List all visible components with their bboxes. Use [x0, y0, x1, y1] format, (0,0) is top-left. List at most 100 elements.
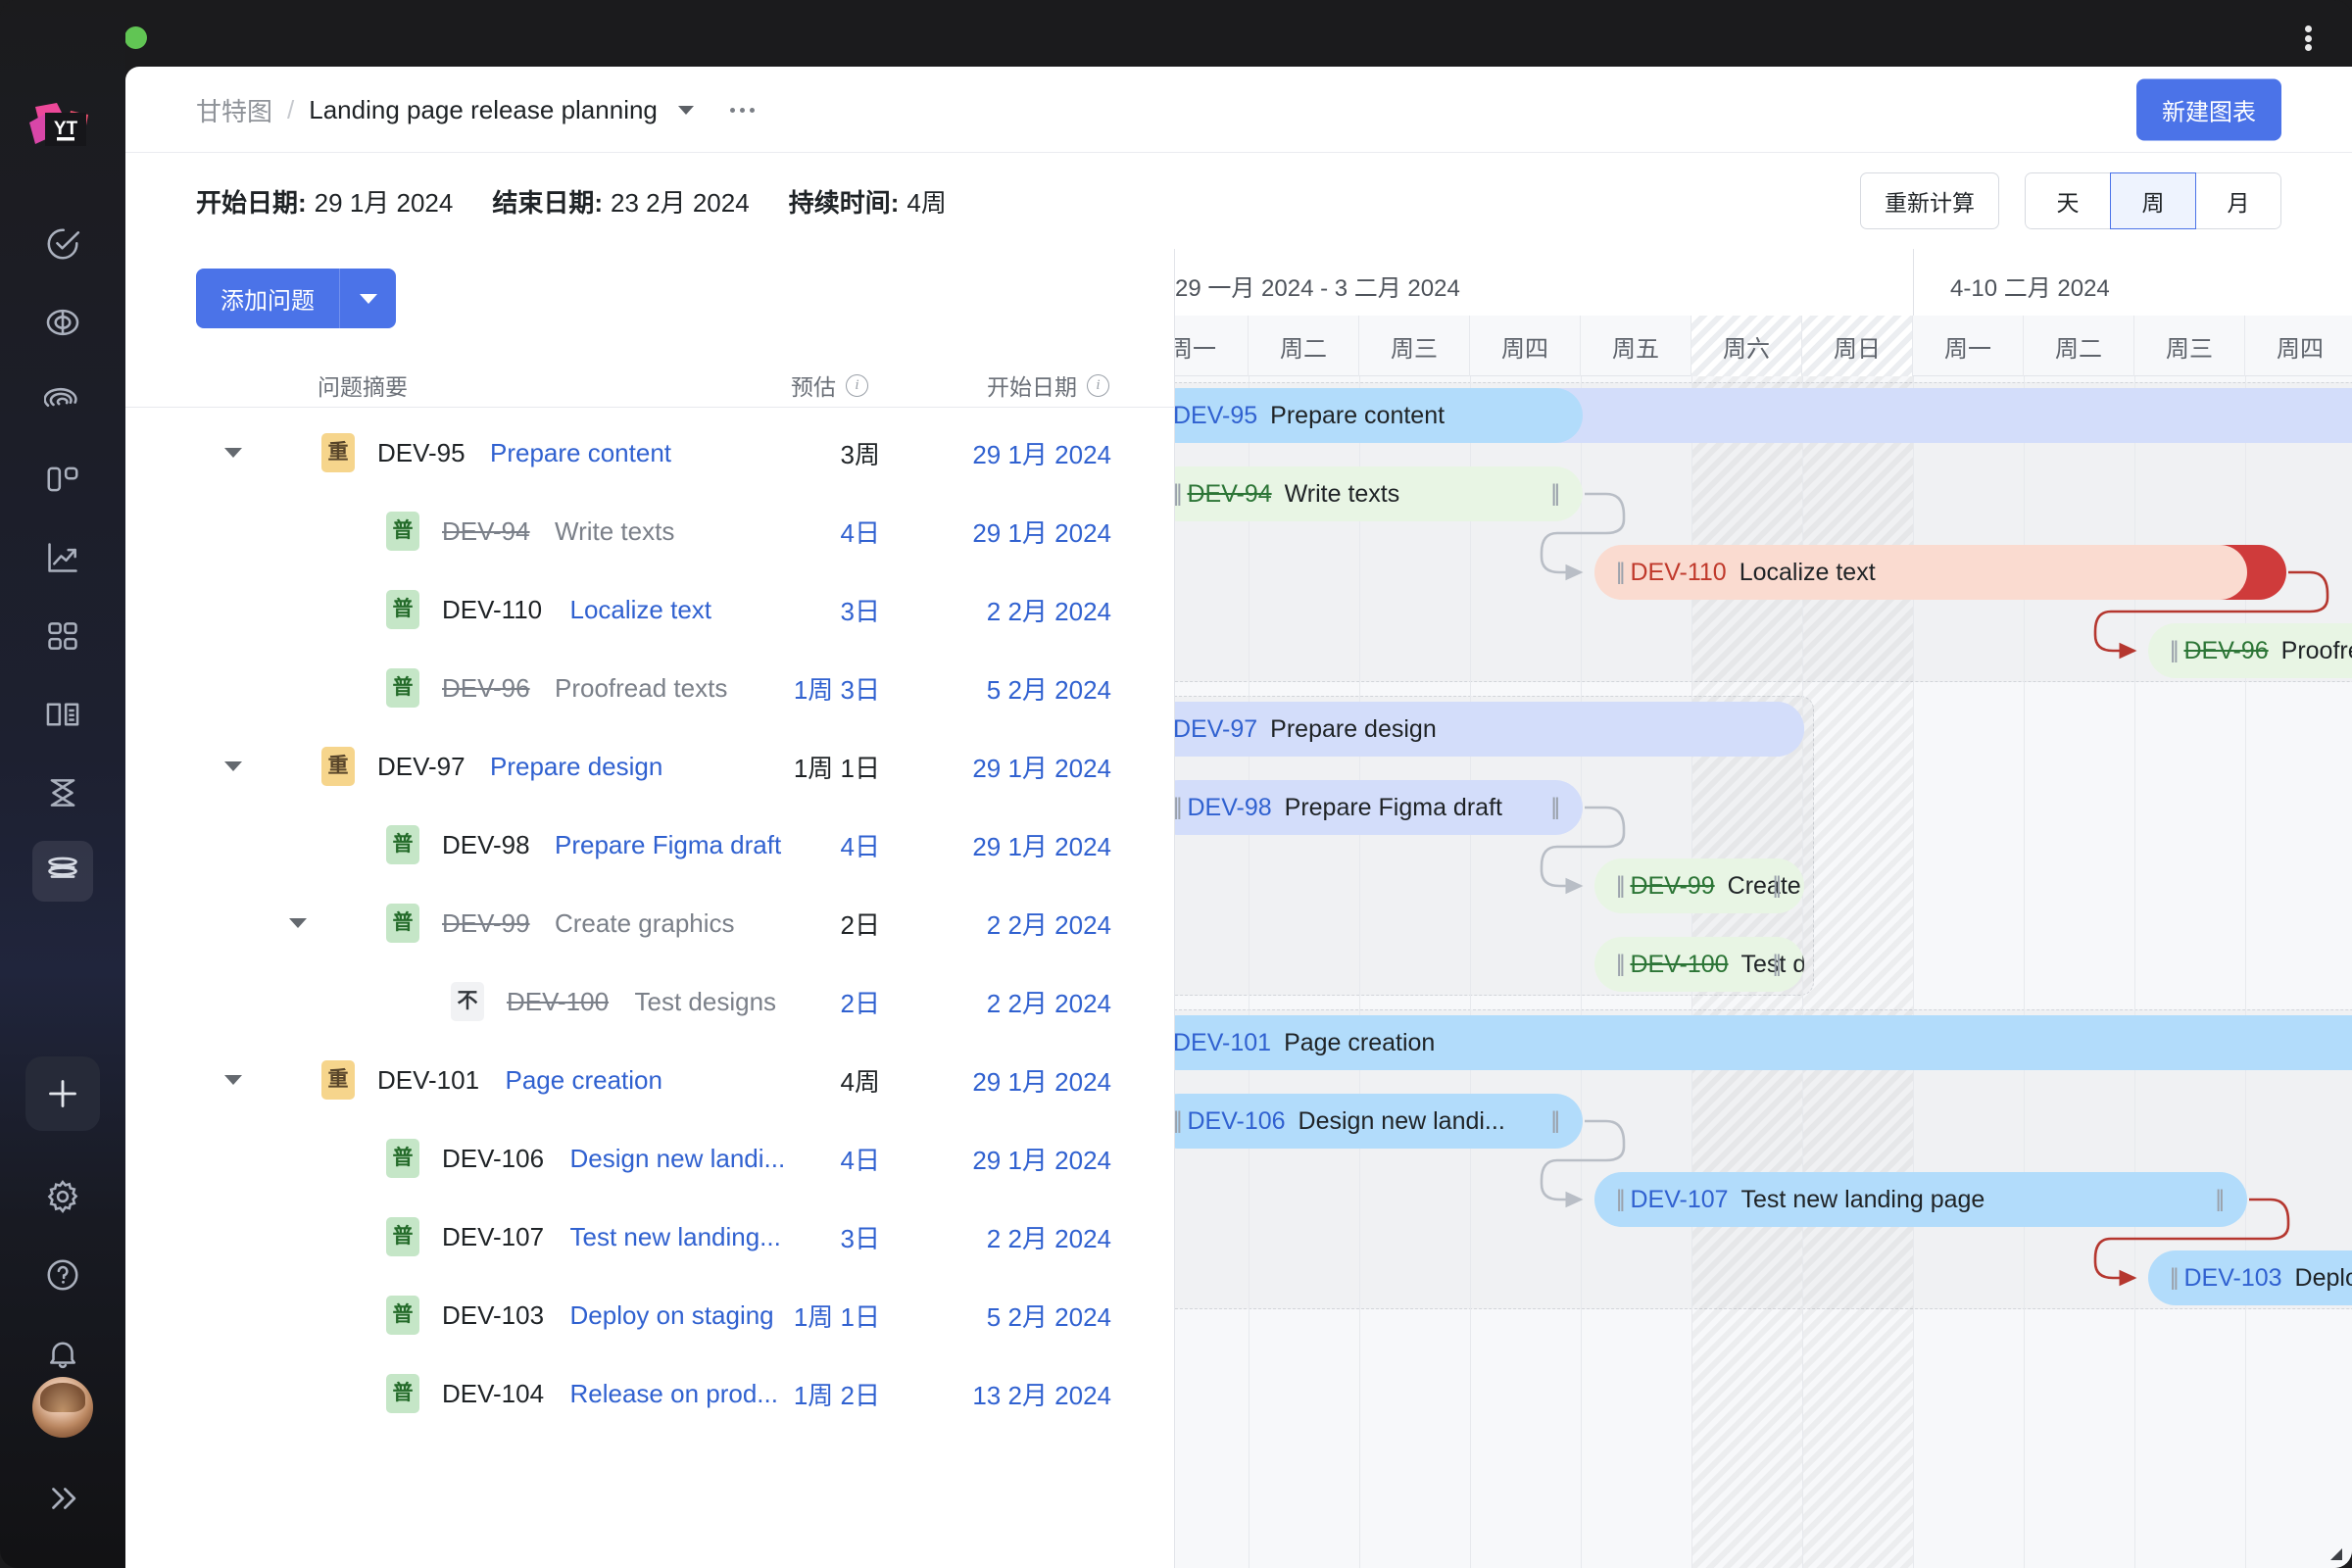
- issue-id[interactable]: DEV-97: [377, 752, 466, 782]
- info-icon[interactable]: i: [846, 373, 868, 397]
- table-row[interactable]: 普 DEV-103 Deploy on staging 1周 1日 5 2月 2024: [125, 1276, 1174, 1354]
- sidebar-item-timesheets[interactable]: [32, 762, 93, 823]
- sidebar-item-gantt-charts[interactable]: [32, 841, 93, 902]
- issue-summary[interactable]: Localize text: [570, 595, 712, 625]
- issue-start-date[interactable]: 29 1月 2024: [972, 827, 1111, 863]
- issue-summary[interactable]: Prepare content: [490, 438, 671, 468]
- table-row[interactable]: 重 DEV-101 Page creation 4周 29 1月 2024: [125, 1041, 1174, 1119]
- column-header-summary[interactable]: 问题摘要: [318, 368, 408, 402]
- bar-resize-handle-left[interactable]: ||: [1616, 872, 1626, 900]
- issue-summary[interactable]: Write texts: [555, 516, 674, 547]
- gantt-bar[interactable]: ||DEV-96Proofread texts||: [2148, 623, 2352, 678]
- add-issue-button[interactable]: 添加问题: [196, 269, 339, 328]
- gantt-body[interactable]: DEV-95Prepare content ||DEV-94Write texts…: [1175, 376, 2352, 1568]
- gantt-bar[interactable]: ||DEV-98Prepare Figma draft||: [1175, 780, 1583, 835]
- issue-start-date[interactable]: 29 1月 2024: [972, 1062, 1111, 1099]
- chart-options-icon[interactable]: [729, 107, 755, 113]
- bar-resize-handle-right[interactable]: ||: [1773, 951, 1783, 978]
- issue-start-date[interactable]: 29 1月 2024: [972, 1141, 1111, 1177]
- issue-estimate[interactable]: 3日: [841, 592, 880, 628]
- help-button[interactable]: [32, 1245, 93, 1305]
- sidebar-item-agiles[interactable]: [32, 292, 93, 353]
- create-button[interactable]: [25, 1056, 100, 1131]
- sidebar-item-radar[interactable]: [32, 370, 93, 431]
- issue-start-date[interactable]: 2 2月 2024: [987, 984, 1111, 1020]
- table-row[interactable]: 普 DEV-99 Create graphics 2日 2 2月 2024: [125, 884, 1174, 962]
- issue-id[interactable]: DEV-98: [442, 830, 530, 860]
- issue-estimate[interactable]: 4日: [841, 514, 880, 550]
- issue-id[interactable]: DEV-110: [442, 595, 542, 625]
- recalculate-button[interactable]: 重新计算: [1860, 172, 1999, 229]
- chevron-down-icon[interactable]: [677, 105, 694, 115]
- scale-option-day[interactable]: 天: [2025, 172, 2111, 229]
- issue-id[interactable]: DEV-94: [442, 516, 530, 547]
- issue-id[interactable]: DEV-100: [507, 987, 609, 1017]
- new-chart-button[interactable]: 新建图表: [2136, 78, 2281, 141]
- window-zoom-button[interactable]: [124, 26, 147, 49]
- gantt-bar[interactable]: DEV-95 Prepare content: [1175, 388, 1583, 443]
- issue-id[interactable]: DEV-101: [377, 1065, 479, 1096]
- issue-estimate[interactable]: 4周: [841, 1062, 880, 1099]
- bar-resize-handle-right[interactable]: ||: [1551, 1107, 1561, 1135]
- chevron-down-icon[interactable]: [224, 448, 242, 458]
- gantt-bar[interactable]: ||DEV-106Design new landi...||: [1175, 1094, 1583, 1149]
- sidebar-item-knowledge-base[interactable]: [32, 684, 93, 745]
- issue-id[interactable]: DEV-96: [442, 673, 530, 704]
- gantt-bar[interactable]: || DEV-107 Test new landing page ||: [1594, 1172, 2247, 1227]
- issue-summary[interactable]: Proofread texts: [555, 673, 727, 704]
- bar-resize-handle-left[interactable]: ||: [2170, 1264, 2180, 1292]
- bar-resize-handle-left[interactable]: ||: [1616, 1186, 1626, 1213]
- issue-id[interactable]: DEV-106: [442, 1144, 544, 1174]
- table-row[interactable]: 普 DEV-96 Proofread texts 1周 3日 5 2月 2024: [125, 649, 1174, 727]
- chevron-down-icon[interactable]: [224, 1075, 242, 1085]
- issue-estimate[interactable]: 4日: [841, 827, 880, 863]
- gantt-bar[interactable]: ||DEV-94Write texts||: [1175, 466, 1583, 521]
- table-row[interactable]: 普 DEV-110 Localize text 3日 2 2月 2024: [125, 570, 1174, 649]
- column-header-estimate[interactable]: 预估 i: [791, 368, 868, 402]
- issue-start-date[interactable]: 29 1月 2024: [972, 749, 1111, 785]
- bar-resize-handle-left[interactable]: ||: [1175, 480, 1183, 508]
- table-row[interactable]: 重 DEV-95 Prepare content 3周 29 1月 2024: [125, 414, 1174, 492]
- avatar[interactable]: [32, 1377, 93, 1438]
- bar-resize-handle-left[interactable]: ||: [1175, 794, 1183, 821]
- issue-id[interactable]: DEV-95: [377, 438, 466, 468]
- resize-handle[interactable]: [2321, 1539, 2344, 1562]
- bar-resize-handle-right[interactable]: ||: [1773, 872, 1783, 900]
- gantt-bar[interactable]: ||DEV-103Deploy on staging||: [2148, 1250, 2352, 1305]
- scale-option-month[interactable]: 月: [2195, 172, 2281, 229]
- gantt-bar[interactable]: ||DEV-100Test designs||: [1594, 937, 1804, 992]
- issue-id[interactable]: DEV-99: [442, 908, 530, 939]
- issue-summary[interactable]: Test designs: [635, 987, 777, 1017]
- issue-estimate[interactable]: 1周 3日: [794, 670, 880, 707]
- issue-estimate[interactable]: 1周 2日: [794, 1376, 880, 1412]
- sidebar-item-dashboards[interactable]: [32, 606, 93, 666]
- issue-estimate[interactable]: 1周 1日: [794, 1298, 880, 1334]
- issue-summary[interactable]: Create graphics: [555, 908, 735, 939]
- chevron-down-icon[interactable]: [224, 761, 242, 771]
- bar-resize-handle-left[interactable]: ||: [2170, 637, 2180, 664]
- more-options-icon[interactable]: [2293, 22, 2323, 55]
- bar-resize-handle-right[interactable]: ||: [1551, 794, 1561, 821]
- gantt-chart[interactable]: 29 一月 2024 - 3 二月 20244-10 二月 2024 周一周二周…: [1174, 249, 2352, 1568]
- table-row[interactable]: 不 DEV-100 Test designs 2日 2 2月 2024: [125, 962, 1174, 1041]
- gantt-bar[interactable]: DEV-97 Prepare design: [1175, 702, 1804, 757]
- issue-start-date[interactable]: 5 2月 2024: [987, 670, 1111, 707]
- issue-summary[interactable]: Prepare design: [490, 752, 662, 782]
- issue-start-date[interactable]: 29 1月 2024: [972, 514, 1111, 550]
- issue-summary[interactable]: Test new landing...: [570, 1222, 781, 1252]
- table-row[interactable]: 普 DEV-94 Write texts 4日 29 1月 2024: [125, 492, 1174, 570]
- breadcrumb-root[interactable]: 甘特图: [196, 92, 272, 128]
- issue-estimate[interactable]: 3周: [841, 435, 880, 471]
- page-title[interactable]: Landing page release planning: [309, 95, 658, 125]
- bar-resize-handle-left[interactable]: ||: [1175, 1107, 1183, 1135]
- issue-start-date[interactable]: 2 2月 2024: [987, 1219, 1111, 1255]
- issue-start-date[interactable]: 29 1月 2024: [972, 435, 1111, 471]
- issue-start-date[interactable]: 13 2月 2024: [972, 1376, 1111, 1412]
- bar-resize-handle-left[interactable]: ||: [1616, 951, 1626, 978]
- sidebar-item-boards[interactable]: [32, 449, 93, 510]
- bar-resize-handle-right[interactable]: ||: [2216, 1186, 2226, 1213]
- gantt-bar[interactable]: || DEV-110 Localize text: [1594, 545, 2247, 600]
- issue-id[interactable]: DEV-103: [442, 1300, 544, 1331]
- issue-estimate[interactable]: 2日: [841, 906, 880, 942]
- info-icon[interactable]: i: [1087, 373, 1109, 397]
